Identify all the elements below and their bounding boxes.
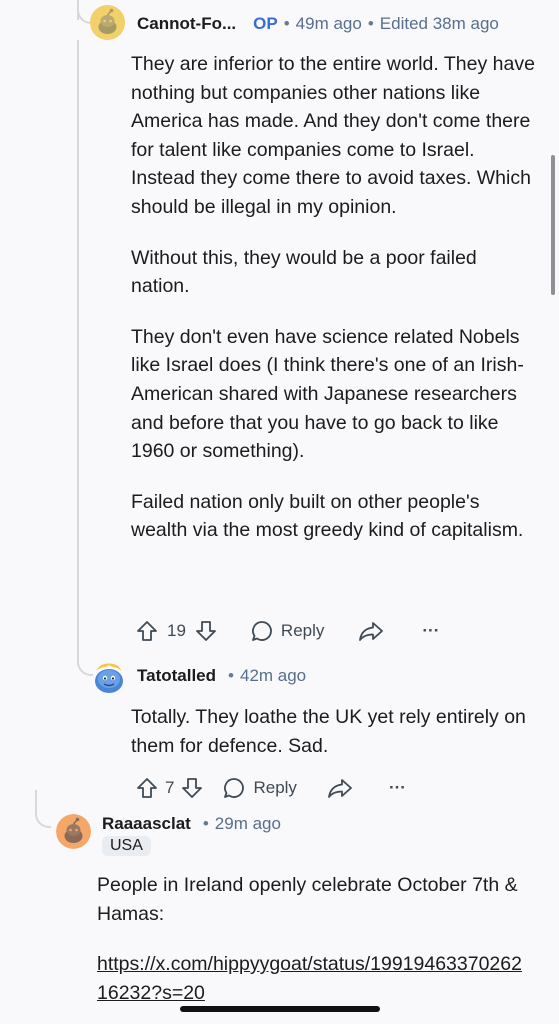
speech-bubble-icon xyxy=(252,621,272,641)
arrow-up-icon xyxy=(137,778,157,798)
comment-time: 29m ago xyxy=(214,814,281,833)
arrow-down-icon xyxy=(196,621,216,641)
separator-dot: • xyxy=(367,14,374,33)
separator-dot: • xyxy=(283,14,290,33)
speech-bubble-icon xyxy=(224,778,245,798)
arrow-down-icon xyxy=(182,778,203,798)
comment-paragraph: They don't even have science related Nob… xyxy=(131,325,524,463)
thread-line xyxy=(77,40,79,665)
thread-connector xyxy=(77,0,91,24)
comment-body: Totally. They loathe the UK yet rely ent… xyxy=(131,703,536,782)
avatar[interactable] xyxy=(92,657,126,695)
user-flair: USA xyxy=(102,836,151,856)
home-indicator[interactable] xyxy=(180,1006,380,1012)
snoo-avatar-icon xyxy=(95,663,123,693)
comment-paragraph: Failed nation only built on other people… xyxy=(131,490,524,542)
avatar[interactable] xyxy=(90,5,125,40)
comment-meta: Cannot-Fo... OP • 49m ago • Edited 38m a… xyxy=(137,14,499,34)
vote-count: 19 xyxy=(167,621,186,640)
reply-button[interactable]: Reply xyxy=(222,776,297,800)
avatar[interactable] xyxy=(56,814,91,849)
ellipsis-icon: ··· xyxy=(388,778,406,797)
thread-connector xyxy=(35,800,51,828)
external-link[interactable]: https://x.com/hippyygoat/status/19919463… xyxy=(97,953,522,1004)
downvote-button[interactable] xyxy=(194,619,218,643)
downvote-button[interactable] xyxy=(180,776,204,800)
reply-label: Reply xyxy=(280,621,325,640)
comment-time: 42m ago xyxy=(239,666,307,685)
more-options-button[interactable]: ··· xyxy=(389,778,406,798)
comment-actions: 19 Reply ··· xyxy=(135,618,439,644)
snoo-avatar-icon xyxy=(90,5,125,40)
comment-paragraph: Without this, they would be a poor faile… xyxy=(131,246,477,298)
separator-dot: • xyxy=(202,814,209,833)
comment-actions: 7 Reply ··· xyxy=(135,775,406,801)
scrollbar[interactable] xyxy=(551,155,555,295)
arrow-up-icon xyxy=(137,621,157,641)
reply-label: Reply xyxy=(253,778,297,797)
share-icon xyxy=(359,622,384,641)
comment-meta: Raaaasclat • 29m ago xyxy=(102,814,281,834)
vote-count: 7 xyxy=(165,778,175,797)
reply-button[interactable]: Reply xyxy=(250,619,324,643)
share-button[interactable] xyxy=(358,619,384,643)
share-icon xyxy=(328,779,352,798)
edited-time: Edited 38m ago xyxy=(379,14,499,33)
comment-body: People in Ireland openly celebrate Octob… xyxy=(97,871,527,1007)
comment-body: They are inferior to the entire world. T… xyxy=(131,50,536,567)
comment-time: 49m ago xyxy=(295,14,362,33)
thread-connector xyxy=(77,640,93,676)
comment-meta: Tatotalled • 42m ago xyxy=(137,666,306,686)
author-name[interactable]: Tatotalled xyxy=(137,666,216,686)
more-options-button[interactable]: ··· xyxy=(422,621,439,641)
comment-paragraph: They are inferior to the entire world. T… xyxy=(131,53,535,218)
author-name[interactable]: Raaaasclat xyxy=(102,814,191,834)
link-paragraph: https://x.com/hippyygoat/status/19919463… xyxy=(97,950,527,1007)
upvote-button[interactable] xyxy=(135,776,159,800)
op-badge: OP xyxy=(253,14,278,33)
separator-dot: • xyxy=(228,666,234,685)
ellipsis-icon: ··· xyxy=(422,621,440,640)
share-button[interactable] xyxy=(327,776,353,800)
comment-paragraph: People in Ireland openly celebrate Octob… xyxy=(97,874,518,925)
comment-paragraph: Totally. They loathe the UK yet rely ent… xyxy=(131,706,526,757)
snoo-avatar-icon xyxy=(56,814,91,849)
upvote-button[interactable] xyxy=(135,619,159,643)
author-name[interactable]: Cannot-Fo... xyxy=(137,14,236,34)
